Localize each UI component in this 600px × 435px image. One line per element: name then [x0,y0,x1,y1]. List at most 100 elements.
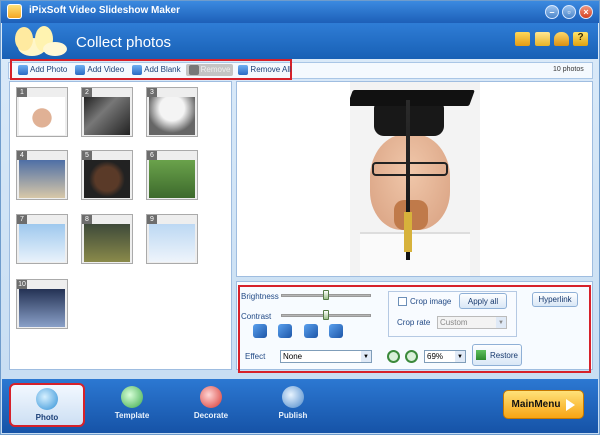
thumbnail-image [19,97,65,135]
zoom-out-icon[interactable] [405,350,418,363]
main-menu-button[interactable]: MainMenu [503,390,584,419]
close-button[interactable]: × [579,5,593,19]
thumbnail-image [84,97,130,135]
add-video-label: Add Video [87,65,125,74]
thumbnail[interactable]: 4 [16,150,68,200]
restore-button[interactable]: Restore [472,344,522,366]
thumbnail-number: 2 [82,88,92,97]
thumbnail[interactable]: 2 [81,87,133,137]
thumbnail-number: 8 [82,215,92,224]
thumbnail-number: 3 [147,88,157,97]
help-icon[interactable]: ? [573,32,588,46]
thumbnail-number: 7 [17,215,27,224]
tab-template-label: Template [114,411,150,420]
contrast-slider-thumb[interactable] [323,310,329,320]
remove-button[interactable]: Remove [185,63,234,76]
thumbnail-image [149,160,195,198]
contrast-label: Contrast [241,312,272,321]
photo-count: 10 photos [553,66,584,73]
thumbnail-image [84,224,130,262]
tab-publish-label: Publish [278,411,308,420]
app-logo-icon [7,4,22,19]
remove-icon [188,64,199,75]
play-arrow-icon [566,398,576,411]
decorate-tab-icon [200,386,222,408]
crop-image-label: Crop image [410,297,452,306]
flip-vertical-icon[interactable] [278,324,292,338]
remove-label: Remove [200,65,231,74]
minimize-button[interactable]: – [545,5,559,19]
thumbnail-number: 9 [147,215,157,224]
thumbnail-image [19,160,65,198]
tab-template[interactable]: Template [94,383,170,427]
bulb-icon[interactable] [554,32,569,46]
thumbnail-image [149,224,195,262]
folder-icon[interactable] [515,32,530,46]
thumbnail-image [19,224,65,262]
add-photo-icon [18,64,28,75]
notes-icon[interactable] [535,32,550,46]
effect-label: Effect [245,352,266,361]
maximize-button[interactable]: ▫ [562,5,576,19]
thumbnail-number: 10 [17,280,27,289]
thumbnail[interactable]: 8 [81,214,133,264]
window-title: iPixSoft Video Slideshow Maker [29,5,180,16]
flower-logo-icon [15,26,67,56]
remove-all-label: Remove All [250,65,291,74]
flag-icon [475,350,486,360]
crop-rate-label: Crop rate [397,318,431,327]
crop-rate-select[interactable]: Custom ▼ [437,316,507,329]
tab-publish[interactable]: Publish [255,383,331,427]
add-blank-label: Add Blank [144,65,181,74]
rotate-left-icon[interactable] [304,324,318,338]
chevron-down-icon: ▼ [361,351,371,362]
chevron-down-icon: ▼ [455,351,465,362]
thumbnail[interactable]: 10 [16,279,68,329]
thumbnail-image [84,160,130,198]
thumbnail[interactable]: 6 [146,150,198,200]
zoom-select[interactable]: 69% ▼ [424,350,466,363]
chevron-down-icon: ▼ [496,317,506,328]
thumbnail-image [19,289,65,327]
brightness-slider-thumb[interactable] [323,290,329,300]
tab-decorate-label: Decorate [193,411,229,420]
photo-preview [236,81,593,277]
title-bar: iPixSoft Video Slideshow Maker – ▫ × [1,1,599,23]
thumbnail-number: 6 [147,151,157,160]
remove-all-icon [238,64,249,75]
remove-all-button[interactable]: Remove All [235,64,293,76]
apply-all-button[interactable]: Apply all [459,293,507,309]
main-menu-label: MainMenu [511,399,561,410]
thumbnail-number: 4 [17,151,27,160]
tab-decorate[interactable]: Decorate [173,383,249,427]
add-blank-button[interactable]: Add Blank [129,64,183,76]
effect-select-value: None [283,352,303,361]
zoom-in-icon[interactable] [387,350,400,363]
publish-tab-icon [282,386,304,408]
crop-rate-value: Custom [440,318,468,327]
photo-tab-icon [36,388,58,410]
add-blank-icon [132,64,143,75]
thumbnail-number: 1 [17,88,27,97]
hyperlink-button[interactable]: Hyperlink [532,292,578,307]
template-tab-icon [121,386,143,408]
thumbnail[interactable]: 1 [16,87,68,137]
rotate-right-icon[interactable] [329,324,343,338]
add-video-button[interactable]: Add Video [72,64,127,76]
tab-photo[interactable]: Photo [9,383,85,427]
thumbnail[interactable]: 9 [146,214,198,264]
add-photo-button[interactable]: Add Photo [15,64,70,76]
preview-image [350,82,480,276]
step-header: Collect photos ? [2,23,598,59]
flip-horizontal-icon[interactable] [253,324,267,338]
add-video-icon [75,64,86,75]
thumbnail-panel: 1 2 3 4 5 6 7 8 9 10 [9,81,232,370]
thumbnail[interactable]: 7 [16,214,68,264]
crop-image-checkbox[interactable] [398,297,407,306]
page-title: Collect photos [76,34,172,51]
tab-photo-label: Photo [35,413,59,422]
thumbnail[interactable]: 5 [81,150,133,200]
app-window: iPixSoft Video Slideshow Maker – ▫ × Col… [0,0,600,435]
effect-select[interactable]: None ▼ [280,350,372,363]
thumbnail[interactable]: 3 [146,87,198,137]
